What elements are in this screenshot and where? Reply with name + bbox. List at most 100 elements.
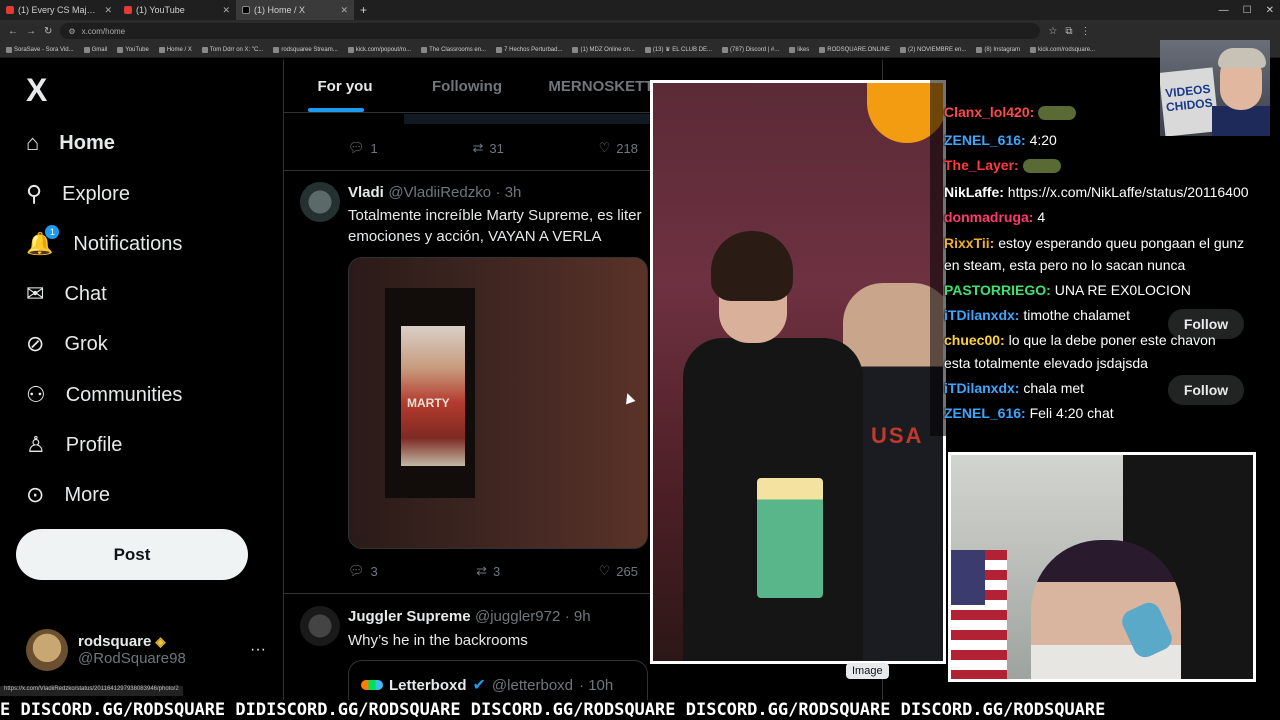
nav-label: Home [59, 131, 115, 154]
chat-username: ZENEL_616: [944, 132, 1026, 148]
maximize-icon[interactable]: ☐ [1243, 5, 1252, 16]
tweet-text: Totalmente increíble Marty Supreme, es l… [348, 207, 642, 245]
tweet-author-name[interactable]: Juggler Supreme [348, 608, 471, 625]
quote-author-name[interactable]: Letterboxd [389, 677, 467, 694]
reply-icon: 💬︎ [348, 563, 365, 578]
x-favicon-icon [242, 6, 250, 14]
browser-tab[interactable]: (1) YouTube ✕ [118, 0, 236, 20]
follow-button[interactable]: Follow [1168, 375, 1244, 405]
repost-button[interactable]: ⇄ 3 [476, 563, 500, 579]
url-field[interactable]: ⚙ x.com/home [60, 23, 1041, 39]
tweet-avatar[interactable] [300, 606, 340, 646]
account-switcher[interactable]: rodsquare ◈ @RodSquare98 ··· [26, 628, 266, 672]
browser-tab[interactable]: (1) Every CS Major Winning Mi ✕ [0, 0, 118, 20]
nav-item-explore[interactable]: ⚲ Explore [26, 177, 130, 211]
close-tab-icon[interactable]: ✕ [222, 5, 230, 16]
bookmark-item[interactable]: SoraSave - Sora Vid... [6, 46, 74, 53]
bookmark-favicon-icon [819, 46, 826, 53]
reload-icon[interactable]: ↻ [44, 26, 52, 37]
bookmark-item[interactable]: Tom Ddrr on X: "C... [201, 46, 263, 53]
bookmark-favicon-icon [273, 46, 280, 53]
chat-text: timothe chalamet [1023, 307, 1130, 323]
nav-item-chat[interactable]: ✉ Chat [26, 277, 107, 311]
nav-item-profile[interactable]: ♙ Profile [26, 428, 122, 462]
bookmark-label: (8) Instagram [984, 46, 1021, 53]
browser-tab-active[interactable]: (1) Home / X ✕ [236, 0, 354, 20]
tab-title: (1) Home / X [254, 5, 306, 15]
nav-item-home[interactable]: ⌂ Home [26, 126, 115, 160]
tweet-time[interactable]: · 9h [565, 608, 591, 625]
minimize-icon[interactable]: — [1219, 5, 1229, 16]
bookmark-item[interactable]: rodsquaree Stream... [273, 46, 338, 53]
bookmark-label: (787) Discord | #... [730, 46, 780, 53]
tweet-author-handle[interactable]: @VladiiRedzko [388, 184, 491, 201]
bookmark-item[interactable]: (2) NOVIEMBRE en... [899, 46, 966, 53]
nav-item-more[interactable]: ⊙ More [26, 478, 110, 512]
bookmark-item[interactable]: likes [789, 46, 809, 53]
like-button[interactable]: ♡ 218 [599, 140, 638, 156]
chat-username: iTDilanxdx: [944, 380, 1020, 396]
bookmark-item[interactable]: kick.com/rodsquare... [1030, 46, 1095, 53]
nav-item-grok[interactable]: ⊘ Grok [26, 327, 108, 361]
tweet-media[interactable]: MARTY [348, 257, 648, 549]
post-button[interactable]: Post [16, 529, 248, 580]
mail-icon: ✉ [26, 281, 45, 306]
corner-cam-hair [1218, 48, 1266, 68]
follow-button[interactable]: Follow [1168, 309, 1244, 339]
like-button[interactable]: ♡ 265 [599, 563, 638, 579]
close-tab-icon[interactable]: ✕ [104, 5, 112, 16]
chat-message: NikLaffe: https://x.com/NikLaffe/status/… [944, 184, 1249, 200]
quote-time[interactable]: · 10h [579, 677, 613, 694]
menu-icon[interactable]: ⋮ [1081, 26, 1091, 37]
star-icon[interactable]: ☆ [1048, 26, 1057, 37]
nav-item-notifications[interactable]: 🔔 1 Notifications [26, 225, 182, 261]
chat-text: https://x.com/NikLaffe/status/20116400 [1007, 184, 1249, 200]
chat-message: iTDilanxdx: chala met [944, 380, 1084, 396]
close-window-icon[interactable]: ✕ [1266, 5, 1274, 16]
nav-label: Explore [62, 182, 130, 205]
repost-button[interactable]: ⇄ 31 [473, 140, 504, 156]
reply-button[interactable]: 💬︎ 1 [348, 140, 378, 156]
bookmark-item[interactable]: (787) Discord | #... [722, 46, 780, 53]
image-tooltip: Image [846, 663, 889, 679]
account-more-icon[interactable]: ··· [250, 641, 266, 659]
nav-item-communities[interactable]: ⚇ Communities [26, 378, 182, 412]
bookmark-item[interactable]: The Classrooms en... [421, 46, 486, 53]
bookmark-item[interactable]: kick.com/popout/ro... [347, 46, 411, 53]
tweet-text: Why’s he in the backrooms [348, 632, 528, 649]
tweet-author-handle[interactable]: @juggler972 [475, 608, 560, 625]
back-icon[interactable]: ← [8, 26, 18, 37]
quote-tweet[interactable]: Letterboxd ✔ @letterboxd · 10h [348, 660, 648, 700]
chat-text: 4:20 [1029, 132, 1057, 148]
window-controls: — ☐ ✕ [1219, 0, 1274, 20]
bookmark-item[interactable]: RODSQUARE.ONLINE [819, 46, 890, 53]
bookmark-favicon-icon [722, 46, 729, 53]
bookmark-item[interactable]: Home / X [158, 46, 192, 53]
bookmark-item[interactable]: (8) Instagram [976, 46, 1021, 53]
reply-button[interactable]: 💬︎ 3 [348, 563, 378, 579]
tweet-author-name[interactable]: Vladi [348, 184, 384, 201]
bookmark-item[interactable]: 7 Hechos Perturbad... [496, 46, 562, 53]
new-tab-button[interactable]: + [354, 3, 373, 17]
bookmark-item[interactable]: (1) MDZ Online on... [572, 46, 635, 53]
extensions-icon[interactable]: ⧉ [1065, 26, 1072, 37]
quote-author-handle[interactable]: @letterboxd [492, 677, 573, 694]
bookmark-label: rodsquaree Stream... [281, 46, 338, 53]
expanded-photo[interactable]: USA [650, 80, 946, 664]
tweet-time[interactable]: · 3h [496, 184, 522, 201]
x-logo[interactable]: X [26, 72, 47, 109]
tab-for-you[interactable]: For you [284, 60, 406, 112]
corner-cam-sign: VIDEOS CHIDOS [1160, 67, 1220, 136]
tweet-avatar[interactable] [300, 182, 340, 222]
bookmark-item[interactable]: YouTube [117, 46, 149, 53]
chat-emote-icon [1022, 159, 1061, 174]
close-tab-icon[interactable]: ✕ [340, 5, 348, 16]
chat-text: esta totalmente elevado jsdajsda [944, 355, 1148, 371]
bookmark-item[interactable]: (13) ♛ EL CLUB DE... [644, 46, 712, 53]
tab-following[interactable]: Following [406, 60, 528, 112]
url-text: x.com/home [81, 26, 126, 36]
bookmark-label: (1) MDZ Online on... [580, 46, 635, 53]
site-info-icon[interactable]: ⚙ [68, 27, 75, 36]
bookmark-item[interactable]: Gmail [83, 46, 107, 53]
forward-icon[interactable]: → [26, 26, 36, 37]
